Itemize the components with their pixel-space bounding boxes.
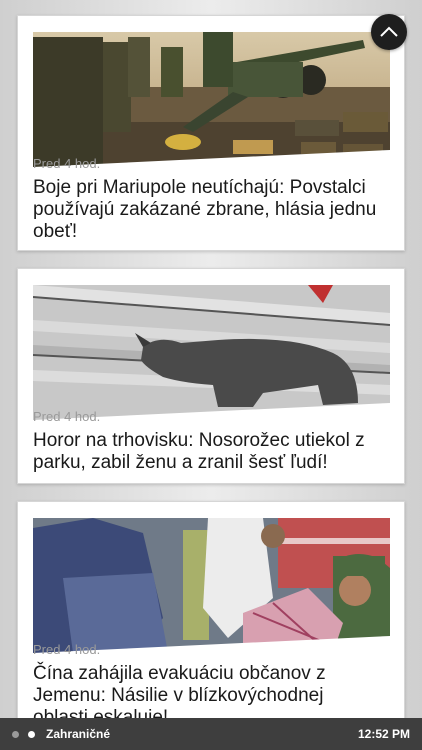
article-headline[interactable]: Horor na trhovisku: Nosorožec utiekol z … [33,430,383,474]
scroll-to-top-button[interactable] [371,14,407,50]
chevron-up-icon [380,26,398,37]
bottom-bar: Zahraničné 12:52 PM [0,718,422,750]
article-image-2[interactable] [33,285,390,420]
article-card-2[interactable]: Pred 4 hod. Horor na trhovisku: Nosorože… [17,268,405,484]
article-time: Pred 4 hod. [33,642,101,657]
page-dot-active[interactable] [28,730,35,738]
article-image-3[interactable] [33,518,390,653]
page-dot-inactive[interactable] [12,730,19,738]
article-card-1[interactable]: Pred 4 hod. Boje pri Mariupole neutíchaj… [17,15,405,251]
article-card-3[interactable]: Pred 4 hod. Čína zahájila evakuáciu obča… [17,501,405,718]
article-time: Pred 4 hod. [33,409,101,424]
article-image-1[interactable] [33,32,390,167]
article-time: Pred 4 hod. [33,156,101,171]
article-headline[interactable]: Čína zahájila evakuáciu občanov z Jemenu… [33,663,383,718]
section-label[interactable]: Zahraničné [46,727,110,741]
news-feed[interactable]: Pred 4 hod. Boje pri Mariupole neutíchaj… [0,0,422,718]
clock: 12:52 PM [357,727,410,741]
article-headline[interactable]: Boje pri Mariupole neutíchajú: Povstalci… [33,177,383,243]
